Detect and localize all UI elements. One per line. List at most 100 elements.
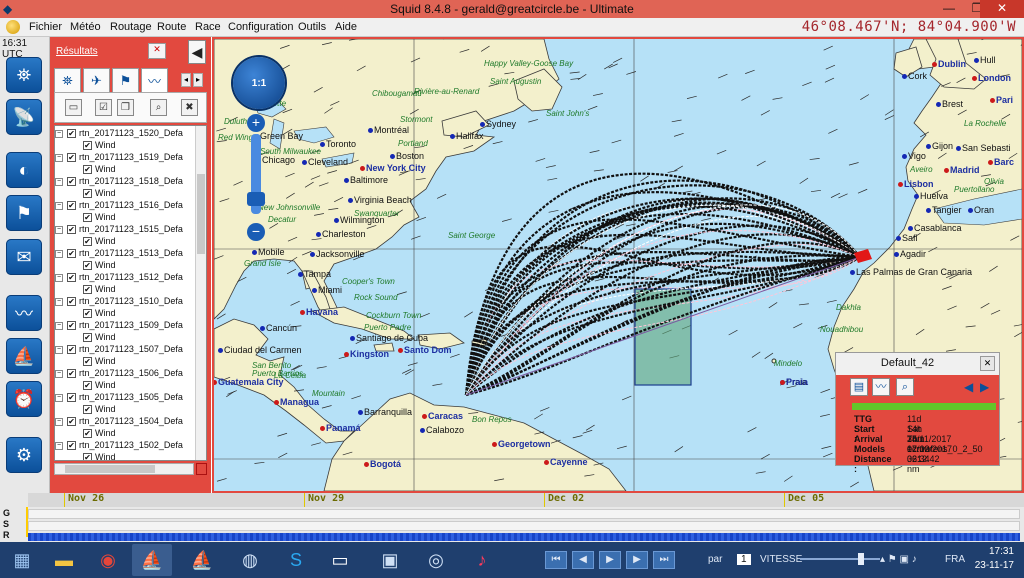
player-next-button[interactable]: ▶ xyxy=(626,551,648,569)
taskbar-skype[interactable]: S xyxy=(276,544,316,576)
delete-button[interactable]: ✖ xyxy=(181,99,198,116)
menu-aide[interactable]: Aide xyxy=(335,21,357,33)
tabs-scroll-left[interactable]: ◂ xyxy=(181,73,191,87)
route-checkbox[interactable]: ✔ xyxy=(67,393,76,402)
expand-toggle[interactable]: − xyxy=(55,154,63,162)
language-indicator[interactable]: FRA xyxy=(945,554,965,565)
taskbar-file-explorer[interactable]: ▬ xyxy=(44,544,84,576)
tab-routes[interactable]: 〰 xyxy=(141,68,168,92)
taskbar-chrome[interactable]: ◉ xyxy=(88,544,128,576)
wind-checkbox[interactable]: ✔ xyxy=(83,165,92,174)
expand-toggle[interactable]: − xyxy=(55,298,63,306)
mail-tool-button[interactable]: ✉ xyxy=(6,239,42,275)
route-checkbox[interactable]: ✔ xyxy=(67,369,76,378)
route-checkbox[interactable]: ✔ xyxy=(67,417,76,426)
popup-chart-button[interactable]: ▤ xyxy=(850,378,868,396)
tree-scrollbar[interactable] xyxy=(195,126,206,460)
route-tool-button[interactable]: 〰 xyxy=(6,295,42,331)
route-checkbox[interactable]: ✔ xyxy=(67,225,76,234)
taskbar-app-7[interactable]: ▣ xyxy=(370,544,410,576)
tabs-scroll-right[interactable]: ▸ xyxy=(193,73,203,87)
expand-toggle[interactable]: − xyxy=(55,226,63,234)
timeline-band-g[interactable] xyxy=(28,509,1020,519)
menu-route[interactable]: Route xyxy=(157,21,186,33)
route-checkbox[interactable]: ✔ xyxy=(67,129,76,138)
menu-routage[interactable]: Routage xyxy=(110,21,152,33)
settings-tool-button[interactable]: ⚙ xyxy=(6,437,42,473)
map-view[interactable]: Montréal Toronto Chicago Cleveland Boston Hal… xyxy=(212,37,1024,493)
wind-checkbox[interactable]: ✔ xyxy=(83,381,92,390)
wind-checkbox[interactable]: ✔ xyxy=(83,309,92,318)
results-label[interactable]: Résultats xyxy=(56,46,98,57)
expand-toggle[interactable]: − xyxy=(55,442,63,450)
tree-scroll-thumb[interactable] xyxy=(197,174,205,254)
expand-toggle[interactable]: − xyxy=(55,202,63,210)
copy-button[interactable]: ❐ xyxy=(117,99,134,116)
wind-barb-tool-button[interactable]: ⚑ xyxy=(6,195,42,231)
route-checkbox[interactable]: ✔ xyxy=(67,345,76,354)
route-checkbox[interactable]: ✔ xyxy=(67,153,76,162)
popup-prev-button[interactable]: ◀ xyxy=(964,380,973,394)
menu-fichier[interactable]: Fichier xyxy=(29,21,62,33)
wind-checkbox[interactable]: ✔ xyxy=(83,213,92,222)
open-folder-button[interactable]: ▭ xyxy=(65,99,82,116)
popup-zoom-button[interactable]: ⌕ xyxy=(896,378,914,396)
tree-horizontal-scrollbar[interactable] xyxy=(54,463,194,475)
taskbar-mx[interactable]: ◍ xyxy=(230,544,270,576)
popup-route-button[interactable]: 〰 xyxy=(872,378,890,396)
player-play-button[interactable]: ▶ xyxy=(599,551,621,569)
player-last-button[interactable]: ⏭ xyxy=(653,551,675,569)
taskbar-notes[interactable]: ▭ xyxy=(320,544,360,576)
close-button[interactable]: ✕ xyxy=(980,0,1024,18)
wind-checkbox[interactable]: ✔ xyxy=(83,141,92,150)
zoom-in-button[interactable]: + xyxy=(247,114,265,132)
expand-toggle[interactable]: − xyxy=(55,346,63,354)
zoom-to-button[interactable]: ⌕ xyxy=(150,99,167,116)
pan-control[interactable]: 1:1 xyxy=(233,57,285,109)
satellite-tool-button[interactable]: 📡 xyxy=(6,99,42,135)
speed-input[interactable]: 1 xyxy=(737,554,751,565)
expand-toggle[interactable]: − xyxy=(55,130,63,138)
speed-slider[interactable] xyxy=(800,558,880,560)
globe-tool-button[interactable]: ◐ xyxy=(6,152,42,188)
wind-checkbox[interactable]: ✔ xyxy=(83,429,92,438)
popup-next-button[interactable]: ▶ xyxy=(980,380,989,394)
sailboat-tool-button[interactable]: ⛵ xyxy=(6,338,42,374)
app-menu-icon[interactable] xyxy=(6,20,20,34)
taskbar-squid[interactable]: ⛵ xyxy=(132,544,172,576)
route-checkbox[interactable]: ✔ xyxy=(67,441,76,450)
route-checkbox[interactable]: ✔ xyxy=(67,297,76,306)
tab-wind[interactable]: ⚑ xyxy=(112,68,139,92)
expand-toggle[interactable]: − xyxy=(55,394,63,402)
timeline-band-r[interactable] xyxy=(28,533,1020,541)
routes-tree[interactable]: − ✔ rtn_20171123_1520_Defa ✔ Wind − ✔ rtn_20171… xyxy=(54,125,207,461)
tab-satellite[interactable]: ✈ xyxy=(83,68,110,92)
menu-configuration[interactable]: Configuration xyxy=(228,21,293,33)
wind-checkbox[interactable]: ✔ xyxy=(83,333,92,342)
results-close-button[interactable]: ✕ xyxy=(148,43,166,59)
alarm-tool-button[interactable]: ⏰ xyxy=(6,381,42,417)
wind-checkbox[interactable]: ✔ xyxy=(83,285,92,294)
player-first-button[interactable]: ⏮ xyxy=(545,551,567,569)
lighthouse-tool-button[interactable]: ⛯ xyxy=(6,57,42,93)
menu-outils[interactable]: Outils xyxy=(298,21,326,33)
wind-checkbox[interactable]: ✔ xyxy=(83,453,92,460)
check-all-button[interactable]: ☑ xyxy=(95,99,112,116)
start-button[interactable]: ▦ xyxy=(2,544,42,576)
zoom-out-button[interactable]: − xyxy=(247,223,265,241)
tab-lighthouse[interactable]: ⛯ xyxy=(54,68,81,92)
wind-checkbox[interactable]: ✔ xyxy=(83,357,92,366)
timeline-band-s[interactable] xyxy=(28,521,1020,531)
route-checkbox[interactable]: ✔ xyxy=(67,249,76,258)
zoom-slider-thumb[interactable] xyxy=(247,192,265,206)
timeline-cursor[interactable] xyxy=(26,507,28,537)
expand-toggle[interactable]: − xyxy=(55,250,63,258)
menu-race[interactable]: Race xyxy=(195,21,221,33)
timeline[interactable]: Nov 26 Nov 29 Dec 02 Dec 05 G S R xyxy=(0,493,1024,542)
expand-toggle[interactable]: − xyxy=(55,322,63,330)
minimize-button[interactable]: — xyxy=(935,0,963,18)
wind-checkbox[interactable]: ✔ xyxy=(83,405,92,414)
player-prev-button[interactable]: ◀ xyxy=(572,551,594,569)
collapse-panel-button[interactable]: ◀ xyxy=(188,40,206,64)
expand-toggle[interactable]: − xyxy=(55,370,63,378)
